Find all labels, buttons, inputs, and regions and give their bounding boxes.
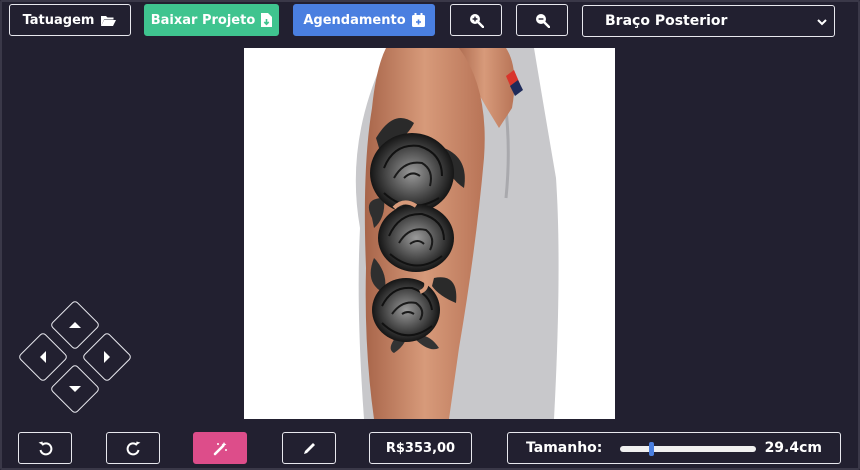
schedule-button[interactable]: Agendamento	[293, 4, 435, 36]
arm-tattoo-preview-image	[355, 48, 559, 419]
download-button-label: Baixar Projeto	[150, 12, 256, 28]
zoom-out-button[interactable]	[516, 4, 568, 36]
size-label: Tamanho:	[526, 440, 603, 456]
zoom-out-icon	[535, 13, 550, 28]
file-download-icon	[261, 13, 273, 27]
zoom-in-icon	[469, 13, 484, 28]
redo-icon	[126, 441, 141, 456]
arrow-down-icon	[69, 386, 81, 392]
calendar-plus-icon	[411, 13, 425, 27]
undo-button[interactable]	[18, 432, 72, 464]
undo-icon	[38, 441, 53, 456]
schedule-button-label: Agendamento	[303, 12, 406, 28]
size-slider[interactable]	[620, 442, 756, 456]
body-placement-select[interactable]: Braço Posterior	[582, 5, 835, 37]
size-slider-thumb[interactable]	[648, 442, 654, 456]
chevron-down-icon	[816, 16, 828, 32]
tattoo-button-label: Tatuagem	[22, 12, 95, 28]
tattoo-button[interactable]: Tatuagem	[9, 4, 131, 36]
magic-wand-button[interactable]	[193, 432, 247, 464]
price-display: R$353,00	[369, 432, 472, 464]
body-placement-value: Braço Posterior	[605, 13, 728, 29]
size-value: 29.4cm	[764, 440, 822, 456]
size-control: Tamanho: 29.4cm	[507, 432, 841, 464]
redo-button[interactable]	[106, 432, 160, 464]
tattoo-preview-canvas[interactable]	[244, 48, 615, 419]
arrow-right-icon	[104, 351, 110, 363]
pencil-icon	[302, 441, 317, 456]
arrow-left-icon	[40, 351, 46, 363]
price-value: R$353,00	[385, 440, 456, 456]
arrow-up-icon	[69, 322, 81, 328]
download-project-button[interactable]: Baixar Projeto	[144, 4, 279, 36]
zoom-in-button[interactable]	[450, 4, 502, 36]
edit-button[interactable]	[282, 432, 336, 464]
folder-open-icon	[100, 14, 117, 27]
magic-wand-icon	[213, 441, 228, 456]
